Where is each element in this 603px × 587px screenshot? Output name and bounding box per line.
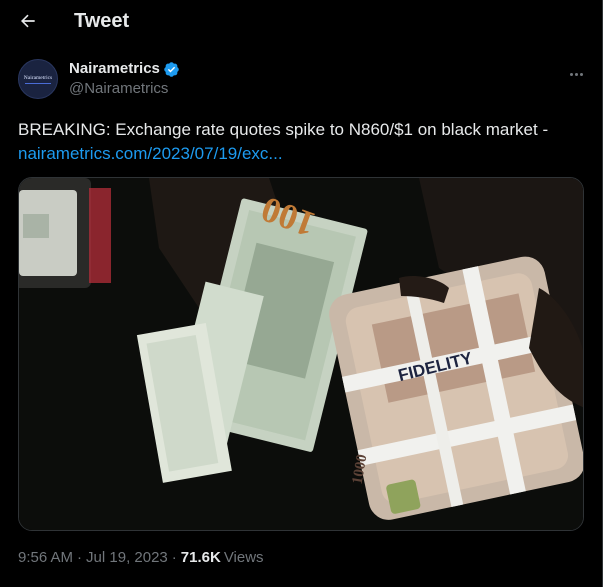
avatar-logo-text: Nairametrics (23, 74, 53, 81)
more-horizontal-icon (569, 72, 573, 76)
money-photo: 100 FIDELITY 1000 (19, 178, 583, 530)
views-count[interactable]: 71.6K (181, 548, 221, 568)
avatar[interactable]: Nairametrics (18, 59, 58, 99)
page-header: Tweet (0, 0, 602, 42)
back-button[interactable] (16, 9, 40, 33)
tweet-time[interactable]: 9:56 AM (18, 548, 73, 568)
verified-badge-icon (164, 61, 179, 77)
tweet-body: BREAKING: Exchange rate quotes spike to … (18, 120, 549, 139)
meta-separator: · (171, 549, 177, 566)
tweet-meta: 9:56 AM · Jul 19, 2023 · 71.6K Views (18, 548, 264, 568)
meta-separator: · (77, 549, 83, 566)
author-handle[interactable]: @Nairametrics (69, 80, 168, 98)
tweet-text: BREAKING: Exchange rate quotes spike to … (18, 118, 584, 166)
more-button[interactable] (566, 64, 586, 84)
tweet-link[interactable]: nairametrics.com/2023/07/19/exc... (18, 142, 584, 166)
views-label: Views (223, 549, 264, 566)
tweet-author: Nairametrics Nairametrics @Nairametrics (18, 59, 584, 101)
arrow-left-icon (21, 14, 35, 28)
tweet-media-image[interactable]: 100 FIDELITY 1000 (18, 177, 584, 531)
tweet-date[interactable]: Jul 19, 2023 (86, 548, 168, 568)
page-title: Tweet (74, 10, 130, 32)
author-display-name[interactable]: Nairametrics (69, 60, 160, 78)
